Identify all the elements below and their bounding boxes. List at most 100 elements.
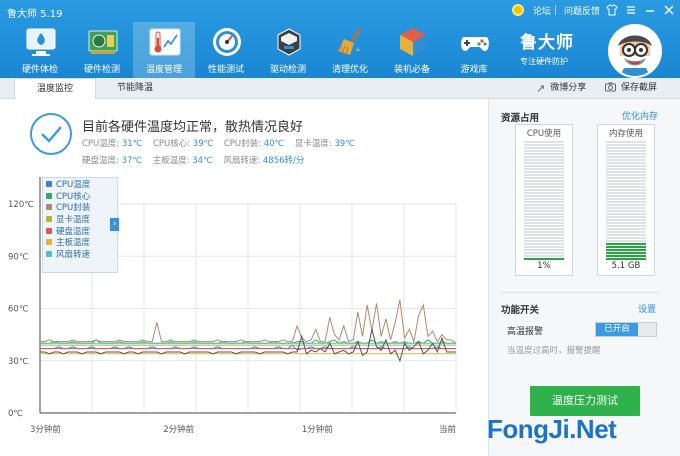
meter-segment — [606, 252, 646, 254]
minimize-icon[interactable] — [643, 3, 657, 17]
meter-segment — [606, 210, 646, 212]
resources-title: 资源占用 — [501, 113, 540, 124]
settings-link[interactable]: 设置 — [638, 302, 656, 315]
legend-item[interactable]: 显卡温度 — [43, 213, 117, 225]
meter-segment — [606, 255, 646, 257]
feedback-link[interactable]: 问题反馈 — [564, 4, 600, 17]
y-axis-ticks: 120℃ 90℃ 60℃ 30℃ 0℃ — [8, 200, 34, 419]
legend-item[interactable]: CPU核心 — [43, 190, 117, 202]
legend-label: CPU封装 — [56, 203, 91, 214]
weibo-share-button[interactable]: ↗ 微博分享 — [536, 78, 586, 99]
function-switch-title: 功能开关 — [501, 305, 540, 316]
camera-icon — [605, 78, 616, 99]
high-temp-alarm-label: 高温报警 — [507, 327, 544, 337]
meter-segment — [606, 162, 646, 164]
legend-swatch — [46, 250, 52, 257]
meter-segment — [606, 177, 646, 179]
memory-meter — [597, 124, 655, 276]
y-tick-label: 90℃ — [8, 252, 29, 262]
skin-icon[interactable] — [605, 3, 619, 17]
mascot-icon — [610, 26, 660, 76]
divider — [554, 5, 556, 15]
meter-segment — [606, 165, 646, 167]
weibo-share-label: 微博分享 — [550, 83, 587, 93]
meter-segment — [524, 192, 564, 194]
toggle-state: 已开启 — [596, 323, 638, 336]
cpu-meter — [515, 124, 573, 276]
memory-usage-value: 5.1 GB — [611, 261, 641, 271]
meter-segment — [524, 240, 564, 242]
meter-segment — [606, 204, 646, 206]
legend-label: CPU核心 — [56, 191, 91, 202]
meter-segment — [524, 180, 564, 182]
meter-segment — [606, 213, 646, 215]
coin-icon[interactable] — [511, 4, 524, 16]
meter-segment — [524, 219, 564, 221]
meter-segment — [524, 216, 564, 218]
meter-segment — [524, 183, 564, 185]
y-tick-label: 0℃ — [8, 409, 23, 419]
meter-segment — [524, 237, 564, 239]
meter-segment — [606, 231, 646, 233]
meter-segment — [606, 144, 646, 146]
meter-segment — [606, 258, 646, 260]
legend-swatch — [46, 239, 52, 246]
meter-segment — [606, 150, 646, 152]
meter-segment — [524, 207, 564, 209]
meter-segment — [606, 189, 646, 191]
meter-segment — [606, 174, 646, 176]
meter-segment — [606, 156, 646, 158]
meter-segment — [524, 243, 564, 245]
meter-segment — [606, 222, 646, 224]
brand-name: 鲁大师 — [520, 33, 574, 53]
legend-collapse-button[interactable]: › — [110, 218, 119, 231]
app-window: 鲁大师 5.19 论坛 问题反馈 硬件体检 硬件检测 温度管理 性能测试 驱动检… — [0, 0, 680, 456]
meter-segment — [606, 141, 646, 143]
meter-segment — [524, 174, 564, 176]
y-tick-label: 60℃ — [8, 305, 29, 315]
meter-segment — [524, 231, 564, 233]
mascot-avatar[interactable] — [608, 24, 662, 78]
forum-link[interactable]: 论坛 — [533, 4, 551, 17]
share-icon: ↗ — [536, 82, 546, 95]
stress-test-button[interactable]: 温度压力测试 — [530, 386, 640, 416]
meter-segment — [606, 147, 646, 149]
meter-segment — [524, 252, 564, 254]
legend-item[interactable]: CPU封装 — [43, 201, 117, 213]
meter-segment — [524, 225, 564, 227]
legend-item[interactable]: 硬盘温度 — [43, 225, 117, 237]
meter-segment — [606, 201, 646, 203]
meter-segment — [606, 183, 646, 185]
legend-swatch — [46, 215, 52, 222]
high-temp-alarm-toggle[interactable]: 已开启 — [595, 322, 657, 337]
optimize-memory-link[interactable]: 优化内存 — [622, 109, 658, 122]
meter-segment — [524, 204, 564, 206]
chart-legend: CPU温度 CPU核心 CPU封装 显卡温度 硬盘温度 主板温度 风扇转速 — [42, 177, 118, 273]
legend-swatch — [46, 227, 52, 234]
meter-segment — [606, 186, 646, 188]
meter-segment — [606, 195, 646, 197]
legend-item[interactable]: 主板温度 — [43, 236, 117, 248]
y-tick-label: 120℃ — [8, 200, 34, 210]
meter-segment — [524, 186, 564, 188]
legend-swatch — [46, 204, 52, 211]
meter-segment — [606, 159, 646, 161]
meter-segment — [524, 177, 564, 179]
legend-item[interactable]: CPU温度 — [43, 178, 117, 190]
meter-segment — [524, 210, 564, 212]
meter-segment — [524, 162, 564, 164]
legend-label: 显卡温度 — [56, 214, 91, 225]
close-icon[interactable] — [662, 3, 676, 17]
meter-segment — [606, 246, 646, 248]
legend-item[interactable]: 风扇转速 — [43, 248, 117, 260]
menu-icon[interactable] — [624, 3, 638, 17]
memory-meter-label: 内存使用 — [608, 129, 643, 139]
legend-label: 硬盘温度 — [56, 226, 91, 237]
brand-slogan: 专注硬件防护 — [520, 57, 568, 66]
x-axis-ticks: 3分钟前 2分钟前 1分钟前 当前 — [30, 424, 456, 435]
cpu-meter-label: CPU使用 — [526, 129, 562, 139]
save-screenshot-button[interactable]: 保存截屏 — [605, 78, 657, 99]
meter-segment — [606, 225, 646, 227]
x-tick-label: 1分钟前 — [302, 424, 333, 435]
meter-segment — [524, 234, 564, 236]
